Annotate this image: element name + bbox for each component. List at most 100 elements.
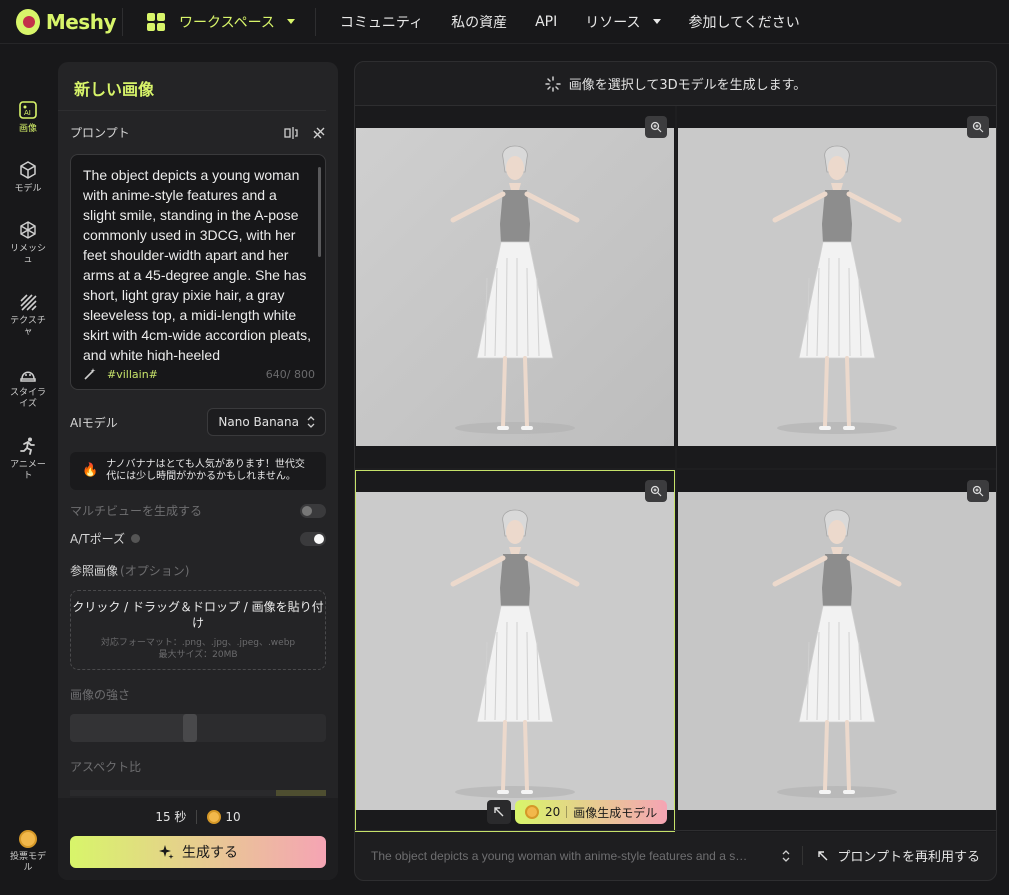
texture-icon [20,294,37,311]
prompt-label: プロンプト [70,126,130,140]
badge-credits: 20 [545,805,561,819]
generated-image[interactable] [356,492,674,810]
image-tile-3[interactable]: 20 画像生成モデル [355,470,675,832]
nav-join-label: 参加してください [688,14,800,31]
nav-api[interactable]: API [521,0,571,44]
aspect-selected[interactable] [276,790,326,796]
prompt-text[interactable]: The object depicts a young woman with an… [83,165,311,361]
ai-model-row: AIモデル Nano Banana [70,408,326,436]
zoom-in-icon[interactable] [967,116,989,138]
rail-label: 投票モデル [9,852,46,873]
nav-assets-label: 私の資産 [451,14,508,31]
credit-coin-icon [525,805,539,819]
zoom-in-icon[interactable] [967,480,989,502]
ai-model-value: Nano Banana [218,415,299,429]
rail-item-texture[interactable]: テクスチャ [0,292,56,338]
zoom-in-icon[interactable] [645,116,667,138]
aspect-label: アスペクト比 [70,760,142,774]
running-figure-icon [20,437,35,455]
ai-model-select[interactable]: Nano Banana [207,408,326,436]
rail-item-vote[interactable]: 投票モデル [0,830,56,874]
prompt-footer: #villain# 640/ 800 [83,367,315,381]
panel-footer: 15 秒 10 生成する [58,798,338,880]
generate-model-button[interactable]: 20 画像生成モデル [515,800,668,824]
dropzone-label: クリック / ドラッグ＆ドロップ / 画像を貼り付け [72,600,324,630]
magic-wand-icon[interactable] [83,367,97,381]
clear-prompt-icon[interactable] [312,126,326,140]
rail-item-animate[interactable]: アニメート [0,436,56,482]
expand-icon[interactable] [487,800,511,824]
zoom-in-icon[interactable] [645,480,667,502]
top-nav: Meshy ワークスペース コミュニティ 私の資産 API リソース 参加してく… [0,0,1009,44]
remesh-icon [20,221,36,239]
svg-text:AI: AI [24,109,31,117]
info-icon[interactable] [130,534,140,543]
generate-button[interactable]: 生成する [70,836,326,868]
prompt-scrollbar[interactable] [318,167,321,257]
multiview-toggle[interactable] [300,503,326,518]
pose-toggle[interactable] [300,531,326,546]
image-ai-icon: AI [19,101,37,119]
rail-label: スタイライズ [9,388,46,409]
footer-prompt[interactable]: The object depicts a young woman with an… [371,849,770,863]
gallery-header: 画像を選択して3Dモデルを生成します。 [355,62,996,106]
nav-assets[interactable]: 私の資産 [437,0,521,44]
notice-text: ナノバナナはとても人気があります！世代交代には少し時間がかかるかもしれません。 [106,459,305,482]
generated-image[interactable] [678,492,996,810]
strength-slider[interactable] [70,714,326,742]
reuse-label: プロンプトを再利用する [837,850,980,865]
loading-spinner-icon [544,75,561,92]
reuse-prompt-button[interactable]: プロンプトを再利用する [802,846,980,865]
chevron-down-icon [286,19,295,24]
image-tile-4[interactable] [677,470,996,832]
rail-label: アニメート [10,460,46,481]
generate-label: 生成する [182,845,238,861]
nav-community-label: コミュニティ [339,14,424,31]
nav-divider [314,7,316,36]
nav-join[interactable]: 参加してください [675,0,814,44]
slider-thumb[interactable] [183,714,197,742]
prompt-tag[interactable]: #villain# [107,368,158,381]
nav-divider [122,7,123,36]
cost-row: 15 秒 10 [58,808,338,825]
compare-icon[interactable] [284,126,298,140]
updown-chevron-icon[interactable] [782,849,790,862]
generated-image[interactable] [678,128,996,446]
rail-item-remesh[interactable]: リメッシュ [0,220,56,266]
aspect-row: アスペクト比 [70,758,326,775]
nav-api-label: API [535,13,558,30]
image-gallery: 画像を選択して3Dモデルを生成します。 20 画像生成モデル The objec… [354,61,997,881]
rail-item-image[interactable]: AI 画像 [0,100,56,135]
tool-rail: AI 画像 モデル リメッシュ テクスチャ スタイライズ アニメート 投票モデル [0,44,56,895]
nav-workspace[interactable]: ワークスペース [133,0,309,44]
logo-icon [16,8,40,35]
credit-cost: 10 [225,809,241,824]
image-dropzone[interactable]: クリック / ドラッグ＆ドロップ / 画像を貼り付け 対応フォーマット：.png… [70,590,326,670]
gallery-footer: The object depicts a young woman with an… [355,830,996,880]
vote-coin-icon [19,830,37,848]
gallery-header-text: 画像を選択して3Dモデルを生成します。 [568,78,807,93]
prompt-input[interactable]: The object depicts a young woman with an… [70,154,326,390]
tile-actions: 20 画像生成モデル [487,800,668,824]
pose-row: A/Tポーズ [70,530,326,547]
panel-title: 新しい画像 [58,62,326,111]
notice-banner: 🔥 ナノバナナはとても人気があります！世代交代には少し時間がかかるかもしれません… [70,452,326,490]
rail-item-model[interactable]: モデル [0,160,56,195]
workspace-icon [147,12,165,31]
rail-item-stylize[interactable]: スタイライズ [0,364,56,410]
sparkle-icon [159,845,174,859]
fire-icon: 🔥 [82,463,99,478]
image-tile-2[interactable] [677,106,996,468]
rail-label: テクスチャ [10,316,46,337]
aspect-options[interactable] [70,790,326,796]
generation-panel: 新しい画像 プロンプト The object depicts a young w… [58,62,338,880]
image-tile-1[interactable] [355,106,675,468]
nav-resources-label: リソース [585,14,641,31]
multiview-row: マルチビューを生成する [70,502,326,519]
logo[interactable]: Meshy [0,8,117,35]
nav-resources[interactable]: リソース [571,0,674,44]
pose-label: A/Tポーズ [70,532,125,546]
updown-chevron-icon [307,416,315,428]
nav-community[interactable]: コミュニティ [326,0,437,44]
generated-image[interactable] [356,128,674,446]
